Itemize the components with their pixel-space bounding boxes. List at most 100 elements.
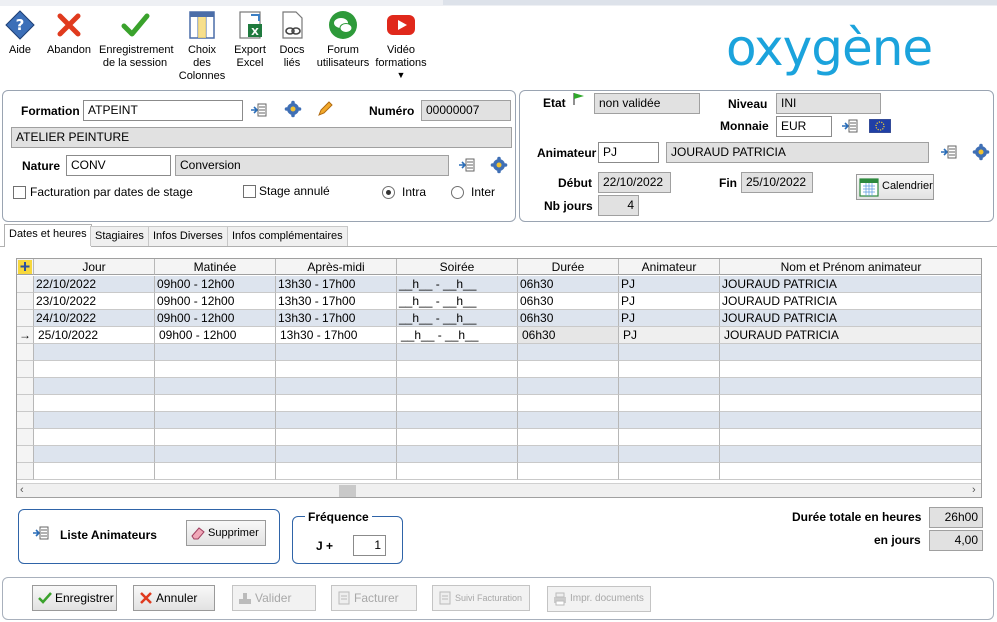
grid-empty-cell[interactable]	[34, 378, 155, 395]
col-header-jour[interactable]: Jour	[34, 259, 155, 275]
grid-empty-cell[interactable]	[720, 395, 981, 412]
grid-empty-cell[interactable]	[34, 429, 155, 446]
help-button[interactable]: ? Aide	[4, 10, 36, 57]
grid-cell[interactable]: 06h30	[518, 310, 619, 327]
grid-cell[interactable]: JOURAUD PATRICIA	[720, 276, 981, 293]
col-header-duree[interactable]: Durée	[518, 259, 619, 275]
lookup-list-icon[interactable]	[31, 524, 49, 542]
grid-empty-cell[interactable]	[155, 395, 276, 412]
grid-empty-cell[interactable]	[397, 463, 518, 480]
grid-empty-cell[interactable]	[276, 463, 397, 480]
grid-empty-cell[interactable]	[34, 361, 155, 378]
grid-cell[interactable]: __h__ - __h__	[397, 327, 518, 344]
grid-cell[interactable]: 13h30 - 17h00	[276, 327, 397, 344]
grid-cell[interactable]: 06h30	[518, 276, 619, 293]
grid-empty-cell[interactable]	[518, 429, 619, 446]
grid-empty-cell[interactable]	[518, 463, 619, 480]
enregistrer-button[interactable]: Enregistrer	[32, 585, 117, 611]
grid-cell[interactable]: JOURAUD PATRICIA	[720, 293, 981, 310]
export-excel-button[interactable]: X Export Excel	[231, 10, 269, 70]
row-selector[interactable]	[17, 344, 34, 361]
grid-empty-cell[interactable]	[518, 395, 619, 412]
grid-empty-cell[interactable]	[619, 395, 720, 412]
grid-cell[interactable]: 23/10/2022	[34, 293, 155, 310]
col-header-matinee[interactable]: Matinée	[155, 259, 276, 275]
grid-cell[interactable]: JOURAUD PATRICIA	[720, 327, 981, 344]
forum-button[interactable]: Forum utilisateurs	[316, 10, 370, 70]
grid-empty-cell[interactable]	[720, 446, 981, 463]
settings-gear-icon[interactable]	[972, 143, 990, 161]
current-row-indicator[interactable]: →	[17, 327, 34, 344]
grid-empty-cell[interactable]	[155, 361, 276, 378]
grid-empty-cell[interactable]	[155, 463, 276, 480]
animateur-code-field[interactable]: PJ	[598, 142, 659, 163]
scrollbar-thumb[interactable]	[339, 485, 356, 497]
formation-field[interactable]: ATPEINT	[83, 100, 243, 121]
grid-cell[interactable]: __h__ - __h__	[397, 276, 518, 293]
row-selector[interactable]	[17, 276, 34, 293]
grid-empty-cell[interactable]	[34, 446, 155, 463]
grid-empty-cell[interactable]	[155, 429, 276, 446]
grid-empty-cell[interactable]	[397, 412, 518, 429]
grid-cell[interactable]: 22/10/2022	[34, 276, 155, 293]
grid-empty-cell[interactable]	[518, 344, 619, 361]
grid-cell[interactable]: JOURAUD PATRICIA	[720, 310, 981, 327]
grid-empty-cell[interactable]	[276, 378, 397, 395]
grid-empty-cell[interactable]	[720, 344, 981, 361]
supprimer-button[interactable]: Supprimer	[186, 520, 266, 546]
grid-empty-cell[interactable]	[155, 344, 276, 361]
col-header-soiree[interactable]: Soirée	[397, 259, 518, 275]
scroll-right-icon[interactable]: ›	[972, 484, 976, 496]
grid-cell[interactable]: PJ	[619, 293, 720, 310]
grid-cell[interactable]: 13h30 - 17h00	[276, 310, 397, 327]
grid-empty-cell[interactable]	[619, 463, 720, 480]
grid-cell[interactable]: 09h00 - 12h00	[155, 293, 276, 310]
grid-cell[interactable]: PJ	[619, 310, 720, 327]
grid-cell[interactable]: 13h30 - 17h00	[276, 293, 397, 310]
tab-infos-diverses[interactable]: Infos Diverses	[148, 226, 228, 246]
grid-empty-cell[interactable]	[518, 361, 619, 378]
row-selector[interactable]	[17, 310, 34, 327]
grid-empty-cell[interactable]	[720, 361, 981, 378]
lookup-list-icon[interactable]	[457, 156, 475, 174]
linked-docs-button[interactable]: Docs liés	[274, 10, 310, 70]
row-selector[interactable]	[17, 429, 34, 446]
grid-cell[interactable]: PJ	[619, 276, 720, 293]
intra-radio[interactable]	[382, 186, 395, 199]
grid-empty-cell[interactable]	[720, 429, 981, 446]
grid-empty-cell[interactable]	[276, 429, 397, 446]
stage-annule-checkbox[interactable]	[243, 185, 256, 198]
row-selector[interactable]	[17, 293, 34, 310]
grid-empty-cell[interactable]	[720, 412, 981, 429]
horizontal-scrollbar[interactable]: ‹ ›	[17, 483, 981, 497]
edit-pencil-icon[interactable]	[316, 100, 334, 118]
lookup-list-icon[interactable]	[939, 143, 957, 161]
grid-empty-cell[interactable]	[397, 361, 518, 378]
grid-empty-cell[interactable]	[276, 412, 397, 429]
grid-empty-cell[interactable]	[276, 446, 397, 463]
grid-empty-cell[interactable]	[619, 446, 720, 463]
grid-empty-cell[interactable]	[518, 412, 619, 429]
tab-infos-complementaires[interactable]: Infos complémentaires	[227, 226, 348, 246]
grid-empty-cell[interactable]	[619, 412, 720, 429]
grid-cell[interactable]: 25/10/2022	[34, 327, 155, 344]
grid-empty-cell[interactable]	[276, 344, 397, 361]
grid-cell[interactable]: 09h00 - 12h00	[155, 276, 276, 293]
abandon-button[interactable]: Abandon	[44, 10, 94, 57]
grid-empty-cell[interactable]	[397, 395, 518, 412]
grid-empty-cell[interactable]	[397, 344, 518, 361]
grid-empty-cell[interactable]	[619, 429, 720, 446]
grid-empty-cell[interactable]	[34, 395, 155, 412]
inter-radio[interactable]	[451, 186, 464, 199]
settings-gear-icon[interactable]	[490, 156, 508, 174]
grid-empty-cell[interactable]	[276, 395, 397, 412]
choose-columns-button[interactable]: Choix des Colonnes	[178, 10, 226, 83]
grid-cell[interactable]: 06h30	[518, 327, 619, 344]
monnaie-field[interactable]: EUR	[776, 116, 832, 137]
grid-empty-cell[interactable]	[155, 378, 276, 395]
grid-cell[interactable]: 24/10/2022	[34, 310, 155, 327]
grid-empty-cell[interactable]	[720, 378, 981, 395]
grid-cell[interactable]: 06h30	[518, 293, 619, 310]
scroll-left-icon[interactable]: ‹	[20, 484, 24, 496]
row-selector[interactable]	[17, 378, 34, 395]
